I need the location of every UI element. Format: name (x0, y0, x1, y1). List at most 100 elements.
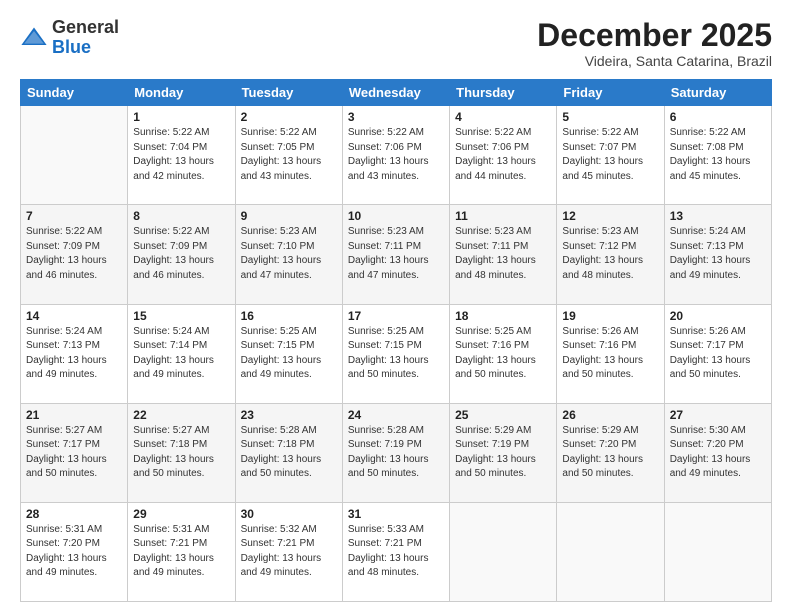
day-number: 22 (133, 408, 229, 422)
weekday-header-monday: Monday (128, 80, 235, 106)
calendar-week-row: 7 Sunrise: 5:22 AM Sunset: 7:09 PM Daylig… (21, 205, 772, 304)
calendar-cell: 30 Sunrise: 5:32 AM Sunset: 7:21 PM Dayli… (235, 502, 342, 601)
calendar-cell: 9 Sunrise: 5:23 AM Sunset: 7:10 PM Daylig… (235, 205, 342, 304)
page: General Blue December 2025 Videira, Sant… (0, 0, 792, 612)
day-info: Sunrise: 5:22 AM Sunset: 7:06 PM Dayligh… (455, 126, 551, 184)
day-info: Sunrise: 5:28 AM Sunset: 7:19 PM Dayligh… (348, 424, 444, 482)
calendar-cell (664, 502, 771, 601)
day-number: 31 (348, 507, 444, 521)
logo-blue-text: Blue (52, 38, 119, 58)
calendar-cell: 22 Sunrise: 5:27 AM Sunset: 7:18 PM Dayli… (128, 403, 235, 502)
calendar-cell: 29Sunrise: 5:31 AM Sunset: 7:21 PM Dayli… (128, 502, 235, 601)
day-number: 4 (455, 110, 551, 124)
day-info: Sunrise: 5:23 AM Sunset: 7:10 PM Dayligh… (241, 225, 337, 283)
calendar-cell: 7 Sunrise: 5:22 AM Sunset: 7:09 PM Daylig… (21, 205, 128, 304)
calendar-cell (21, 106, 128, 205)
weekday-header-thursday: Thursday (450, 80, 557, 106)
day-info: Sunrise: 5:27 AM Sunset: 7:18 PM Dayligh… (133, 424, 229, 482)
calendar-cell: 31 Sunrise: 5:33 AM Sunset: 7:21 PM Dayli… (342, 502, 449, 601)
day-number: 26 (562, 408, 658, 422)
day-info: Sunrise: 5:24 AM Sunset: 7:14 PM Dayligh… (133, 325, 229, 383)
day-number: 1 (133, 110, 229, 124)
calendar-table: SundayMondayTuesdayWednesdayThursdayFrid… (20, 79, 772, 602)
weekday-header-friday: Friday (557, 80, 664, 106)
day-number: 9 (241, 209, 337, 223)
calendar-cell: 27Sunrise: 5:30 AM Sunset: 7:20 PM Dayli… (664, 403, 771, 502)
weekday-header-sunday: Sunday (21, 80, 128, 106)
day-info: Sunrise: 5:22 AM Sunset: 7:08 PM Dayligh… (670, 126, 766, 184)
header: General Blue December 2025 Videira, Sant… (20, 18, 772, 69)
calendar-cell: 13 Sunrise: 5:24 AM Sunset: 7:13 PM Dayli… (664, 205, 771, 304)
calendar-cell: 25 Sunrise: 5:29 AM Sunset: 7:19 PM Dayli… (450, 403, 557, 502)
day-info: Sunrise: 5:23 AM Sunset: 7:11 PM Dayligh… (455, 225, 551, 283)
calendar-cell (450, 502, 557, 601)
day-info: Sunrise: 5:23 AM Sunset: 7:12 PM Dayligh… (562, 225, 658, 283)
calendar-cell: 17 Sunrise: 5:25 AM Sunset: 7:15 PM Dayli… (342, 304, 449, 403)
calendar-cell: 8 Sunrise: 5:22 AM Sunset: 7:09 PM Daylig… (128, 205, 235, 304)
calendar-cell: 15 Sunrise: 5:24 AM Sunset: 7:14 PM Dayli… (128, 304, 235, 403)
day-number: 15 (133, 309, 229, 323)
month-title: December 2025 (537, 18, 772, 53)
day-info: Sunrise: 5:32 AM Sunset: 7:21 PM Dayligh… (241, 523, 337, 581)
logo: General Blue (20, 18, 119, 58)
day-number: 2 (241, 110, 337, 124)
day-number: 6 (670, 110, 766, 124)
calendar-cell: 21 Sunrise: 5:27 AM Sunset: 7:17 PM Dayli… (21, 403, 128, 502)
day-info: Sunrise: 5:25 AM Sunset: 7:15 PM Dayligh… (348, 325, 444, 383)
day-number: 11 (455, 209, 551, 223)
location: Videira, Santa Catarina, Brazil (537, 53, 772, 69)
calendar-cell: 16 Sunrise: 5:25 AM Sunset: 7:15 PM Dayli… (235, 304, 342, 403)
calendar-cell: 3Sunrise: 5:22 AM Sunset: 7:06 PM Daylig… (342, 106, 449, 205)
logo-general-text: General (52, 18, 119, 38)
day-number: 25 (455, 408, 551, 422)
day-number: 17 (348, 309, 444, 323)
day-info: Sunrise: 5:26 AM Sunset: 7:17 PM Dayligh… (670, 325, 766, 383)
day-number: 24 (348, 408, 444, 422)
calendar-cell: 10Sunrise: 5:23 AM Sunset: 7:11 PM Dayli… (342, 205, 449, 304)
calendar-cell: 24 Sunrise: 5:28 AM Sunset: 7:19 PM Dayli… (342, 403, 449, 502)
day-info: Sunrise: 5:27 AM Sunset: 7:17 PM Dayligh… (26, 424, 122, 482)
calendar-cell: 12 Sunrise: 5:23 AM Sunset: 7:12 PM Dayli… (557, 205, 664, 304)
calendar-cell: 2 Sunrise: 5:22 AM Sunset: 7:05 PM Daylig… (235, 106, 342, 205)
day-number: 7 (26, 209, 122, 223)
calendar-week-row: 14Sunrise: 5:24 AM Sunset: 7:13 PM Dayli… (21, 304, 772, 403)
day-info: Sunrise: 5:33 AM Sunset: 7:21 PM Dayligh… (348, 523, 444, 581)
day-info: Sunrise: 5:24 AM Sunset: 7:13 PM Dayligh… (26, 325, 122, 383)
day-info: Sunrise: 5:29 AM Sunset: 7:20 PM Dayligh… (562, 424, 658, 482)
calendar-week-row: 28 Sunrise: 5:31 AM Sunset: 7:20 PM Dayli… (21, 502, 772, 601)
day-number: 13 (670, 209, 766, 223)
day-info: Sunrise: 5:22 AM Sunset: 7:09 PM Dayligh… (26, 225, 122, 283)
day-number: 21 (26, 408, 122, 422)
day-number: 5 (562, 110, 658, 124)
day-info: Sunrise: 5:22 AM Sunset: 7:07 PM Dayligh… (562, 126, 658, 184)
calendar-cell: 6 Sunrise: 5:22 AM Sunset: 7:08 PM Daylig… (664, 106, 771, 205)
day-number: 29 (133, 507, 229, 521)
calendar-cell: 5 Sunrise: 5:22 AM Sunset: 7:07 PM Daylig… (557, 106, 664, 205)
day-number: 12 (562, 209, 658, 223)
day-number: 16 (241, 309, 337, 323)
day-info: Sunrise: 5:24 AM Sunset: 7:13 PM Dayligh… (670, 225, 766, 283)
calendar-week-row: 1 Sunrise: 5:22 AM Sunset: 7:04 PM Daylig… (21, 106, 772, 205)
day-info: Sunrise: 5:22 AM Sunset: 7:06 PM Dayligh… (348, 126, 444, 184)
calendar-cell: 23 Sunrise: 5:28 AM Sunset: 7:18 PM Dayli… (235, 403, 342, 502)
calendar-cell: 20Sunrise: 5:26 AM Sunset: 7:17 PM Dayli… (664, 304, 771, 403)
calendar-cell: 26 Sunrise: 5:29 AM Sunset: 7:20 PM Dayli… (557, 403, 664, 502)
day-number: 28 (26, 507, 122, 521)
calendar-cell (557, 502, 664, 601)
day-number: 10 (348, 209, 444, 223)
weekday-header-row: SundayMondayTuesdayWednesdayThursdayFrid… (21, 80, 772, 106)
day-number: 23 (241, 408, 337, 422)
calendar-cell: 14Sunrise: 5:24 AM Sunset: 7:13 PM Dayli… (21, 304, 128, 403)
day-info: Sunrise: 5:28 AM Sunset: 7:18 PM Dayligh… (241, 424, 337, 482)
day-number: 30 (241, 507, 337, 521)
day-info: Sunrise: 5:25 AM Sunset: 7:15 PM Dayligh… (241, 325, 337, 383)
day-info: Sunrise: 5:29 AM Sunset: 7:19 PM Dayligh… (455, 424, 551, 482)
calendar-cell: 19Sunrise: 5:26 AM Sunset: 7:16 PM Dayli… (557, 304, 664, 403)
day-info: Sunrise: 5:22 AM Sunset: 7:05 PM Dayligh… (241, 126, 337, 184)
weekday-header-wednesday: Wednesday (342, 80, 449, 106)
day-info: Sunrise: 5:22 AM Sunset: 7:09 PM Dayligh… (133, 225, 229, 283)
day-number: 8 (133, 209, 229, 223)
day-info: Sunrise: 5:31 AM Sunset: 7:20 PM Dayligh… (26, 523, 122, 581)
calendar-cell: 28 Sunrise: 5:31 AM Sunset: 7:20 PM Dayli… (21, 502, 128, 601)
day-info: Sunrise: 5:22 AM Sunset: 7:04 PM Dayligh… (133, 126, 229, 184)
